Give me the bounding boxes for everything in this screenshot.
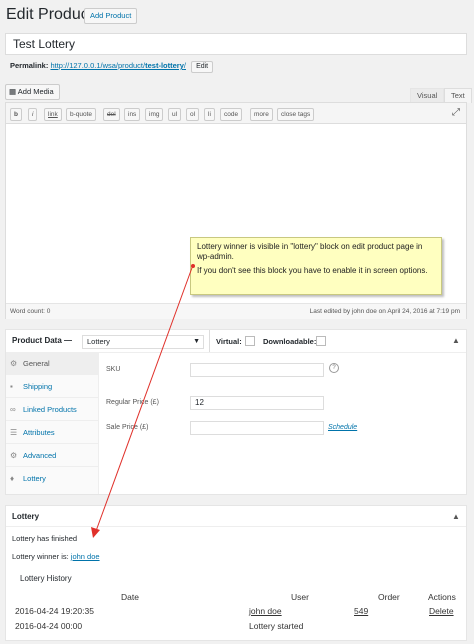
arrow-head (91, 527, 100, 538)
arrow-line (95, 264, 194, 532)
arrow-origin-dot (191, 264, 195, 268)
annotation-arrow (91, 264, 195, 538)
